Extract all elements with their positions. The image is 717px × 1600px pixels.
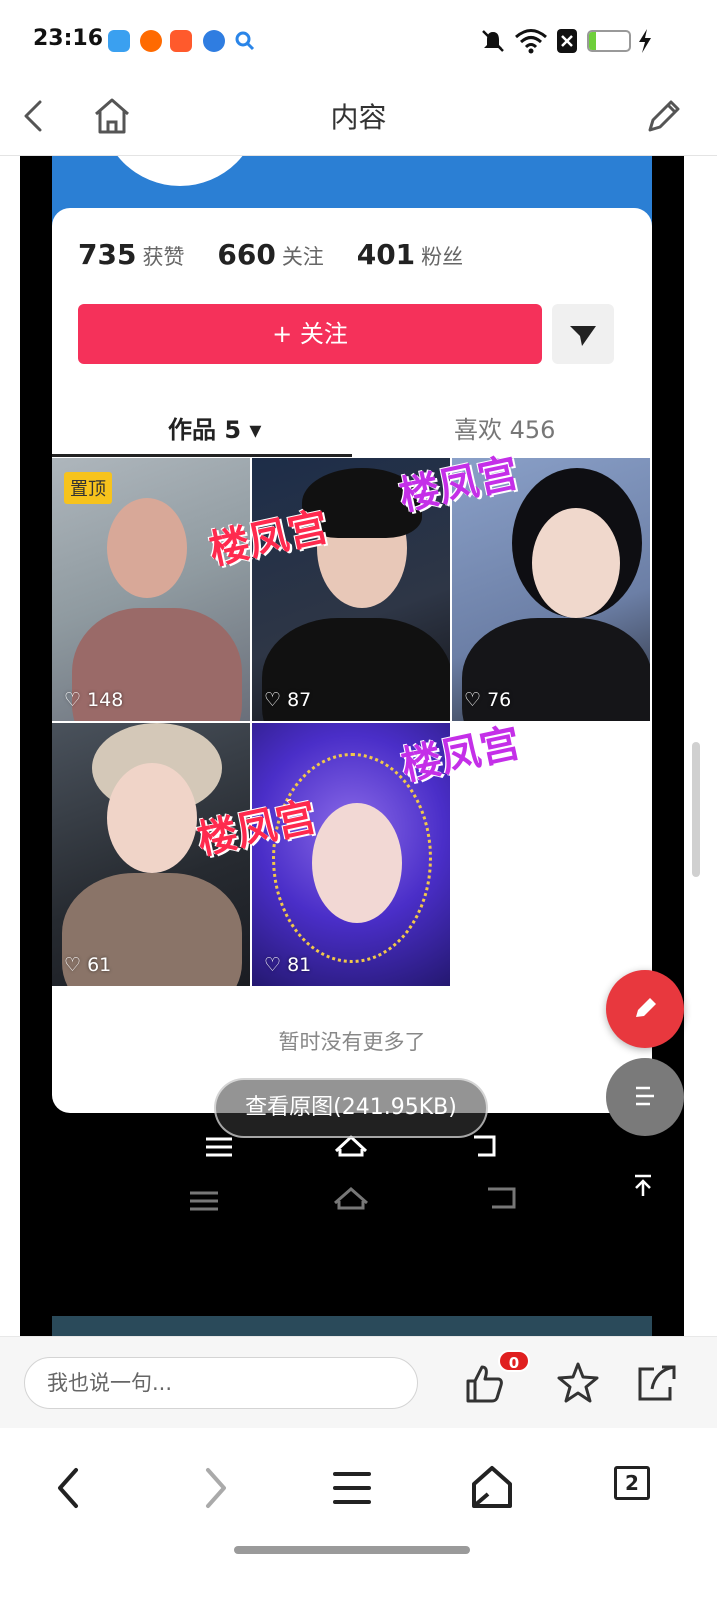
mute-icon bbox=[480, 28, 506, 59]
video-likes: ♡ 76 bbox=[464, 689, 512, 711]
star-icon bbox=[557, 1362, 599, 1403]
home-icon bbox=[472, 1466, 512, 1508]
home-indicator[interactable] bbox=[234, 1546, 470, 1554]
following-count: 660 bbox=[217, 238, 276, 271]
view-original-button[interactable]: 查看原图(241.95KB) bbox=[214, 1078, 488, 1138]
like-count-badge: 0 bbox=[498, 1350, 530, 1372]
likes-label: 获赞 bbox=[142, 245, 185, 269]
thumb-portrait bbox=[532, 508, 620, 618]
scrollbar[interactable] bbox=[692, 742, 700, 877]
edit-button[interactable] bbox=[640, 92, 688, 140]
profile-card: 735 获赞 660 关注 401 粉丝 + 关注 作品 5 ▾ 喜欢 456 置顶 … bbox=[52, 208, 652, 1113]
video-thumb: 置顶 ♡ 148 bbox=[52, 458, 250, 721]
app-header: 内容 bbox=[0, 80, 717, 156]
video-likes: ♡ 87 bbox=[264, 689, 312, 711]
messenger-icon bbox=[203, 30, 225, 52]
followers-label: 粉丝 bbox=[421, 245, 464, 269]
chevron-right-icon bbox=[206, 1468, 226, 1508]
app-store-icon bbox=[170, 30, 192, 52]
hamburger-icon bbox=[333, 1472, 371, 1504]
no-more-text: 暂时没有更多了 bbox=[278, 1030, 426, 1054]
browser-nav-bar bbox=[0, 1428, 717, 1600]
video-likes-value: 76 bbox=[487, 689, 512, 711]
send-icon bbox=[570, 326, 596, 346]
tab-indicator bbox=[52, 454, 352, 457]
video-likes: ♡ 148 bbox=[64, 689, 124, 711]
browser-back-button[interactable] bbox=[42, 1460, 98, 1516]
inner-nav-bar bbox=[190, 1134, 516, 1211]
no-sim-icon bbox=[556, 28, 578, 59]
likes-count: 735 bbox=[78, 238, 137, 271]
video-likes-value: 81 bbox=[287, 954, 312, 976]
pencil-icon bbox=[648, 100, 680, 132]
followers-count: 401 bbox=[356, 238, 416, 271]
thumb-portrait bbox=[107, 763, 197, 873]
wifi-icon bbox=[514, 28, 548, 59]
page-title: 内容 bbox=[330, 101, 387, 134]
tab-switcher-button[interactable]: 2 bbox=[614, 1466, 650, 1500]
tab-liked: 喜欢 456 bbox=[454, 416, 556, 444]
search-icon bbox=[234, 30, 256, 52]
video-likes-value: 87 bbox=[287, 689, 312, 711]
profile-tabs: 作品 5 ▾ 喜欢 456 bbox=[52, 398, 652, 458]
browser-home-button[interactable] bbox=[464, 1460, 520, 1516]
arrow-up-icon bbox=[635, 1174, 651, 1196]
video-likes-value: 148 bbox=[87, 689, 124, 711]
share-icon bbox=[638, 1365, 676, 1401]
browser-menu-button[interactable] bbox=[324, 1460, 380, 1516]
write-post-button[interactable] bbox=[606, 970, 684, 1048]
profile-stats: 735 获赞 660 关注 401 粉丝 bbox=[78, 238, 487, 271]
menu-button[interactable] bbox=[606, 1058, 684, 1136]
tab-works: 作品 5 ▾ bbox=[168, 416, 262, 444]
qq-browser-icon bbox=[108, 30, 130, 52]
status-bar: 23:16 17 bbox=[0, 0, 717, 80]
scroll-top-button[interactable] bbox=[618, 1160, 668, 1210]
comment-bar: 我也说一句... 0 bbox=[0, 1336, 717, 1428]
taobao-icon bbox=[140, 30, 162, 52]
battery-level-text: 17 bbox=[598, 32, 620, 50]
content-image[interactable]: 735 获赞 660 关注 401 粉丝 + 关注 作品 5 ▾ 喜欢 456 置顶 … bbox=[20, 156, 684, 1336]
share-button[interactable] bbox=[632, 1359, 680, 1407]
browser-forward-button[interactable] bbox=[186, 1460, 242, 1516]
next-image-edge bbox=[52, 1316, 652, 1336]
battery-icon: 17 bbox=[587, 30, 631, 52]
list-icon bbox=[636, 1086, 654, 1106]
pencil-icon bbox=[636, 998, 656, 1017]
charging-icon bbox=[636, 28, 654, 59]
thumb-portrait bbox=[107, 498, 187, 598]
video-likes: ♡ 61 bbox=[64, 954, 112, 976]
comment-input[interactable]: 我也说一句... bbox=[24, 1357, 418, 1409]
video-likes: ♡ 81 bbox=[264, 954, 312, 976]
chevron-left-icon bbox=[58, 1468, 78, 1508]
status-time: 23:16 bbox=[33, 26, 104, 51]
follow-button: + 关注 bbox=[78, 304, 542, 364]
favorite-button[interactable] bbox=[554, 1359, 602, 1407]
share-button bbox=[552, 304, 614, 364]
video-likes-value: 61 bbox=[87, 954, 112, 976]
pinned-badge: 置顶 bbox=[64, 472, 112, 504]
following-label: 关注 bbox=[281, 245, 324, 269]
